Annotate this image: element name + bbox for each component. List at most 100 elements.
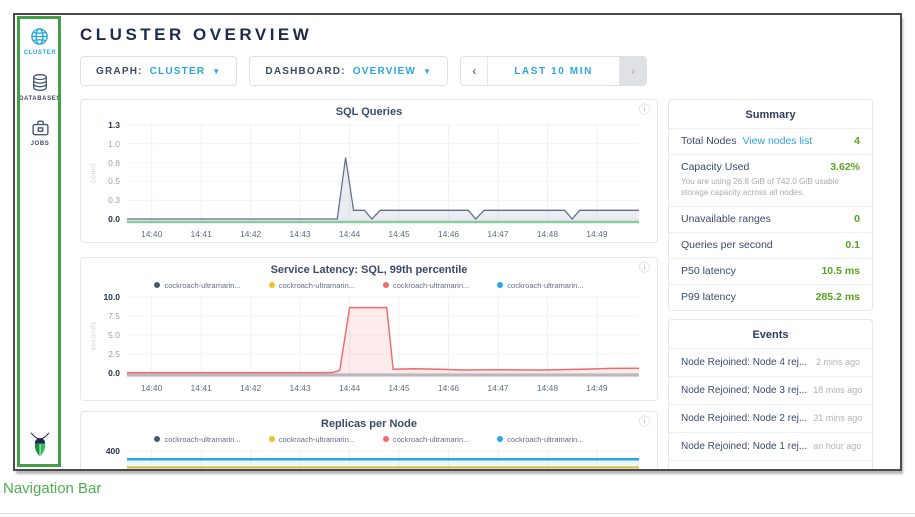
x-axis-tick: 14:47 <box>487 229 508 239</box>
chart-title: Replicas per Node <box>91 418 647 431</box>
y-axis-label: count <box>91 163 98 183</box>
x-axis-tick: 14:41 <box>191 229 212 239</box>
main-content: CLUSTER OVERVIEW GRAPH: CLUSTER ▼ DASHBO… <box>80 15 900 469</box>
summary-row-line: Unavailable ranges0 <box>681 213 860 225</box>
legend-dot <box>383 282 389 288</box>
cockroachdb-logo[interactable] <box>28 431 52 463</box>
event-label: Node Rejoined: Node 4 rej... <box>681 469 807 471</box>
summary-row: Queries per second0.1 <box>669 232 872 258</box>
dashboard-dropdown[interactable]: DASHBOARD: OVERVIEW ▼ <box>249 56 448 86</box>
legend-item: cockroach-ultramarin... <box>154 433 240 445</box>
dashboard-dropdown-value: OVERVIEW <box>353 66 416 77</box>
x-axis-tick: 14:48 <box>537 383 558 393</box>
y-axis-tick: 2.5 <box>108 349 120 359</box>
event-label: Node Rejoined: Node 4 rej... <box>681 357 807 368</box>
event-label: Node Rejoined: Node 3 rej... <box>681 385 807 396</box>
sidebar-item-databases[interactable]: DATABASES <box>19 73 61 102</box>
chart-canvas <box>127 293 639 379</box>
toolbar: GRAPH: CLUSTER ▼ DASHBOARD: OVERVIEW ▼ ‹… <box>80 56 900 86</box>
x-axis-tick: 14:47 <box>487 383 508 393</box>
y-axis-tick: 5.0 <box>108 330 120 340</box>
legend-dot <box>497 282 503 288</box>
legend-item: cockroach-ultramarin... <box>154 279 240 291</box>
summary-row-label-group: Capacity Used <box>681 161 749 173</box>
summary-row-value: 0.1 <box>845 239 860 251</box>
y-axis-tick: 7.5 <box>108 311 120 321</box>
event-time: an hour ago <box>813 441 861 451</box>
graph-dropdown-label: GRAPH: <box>96 66 143 77</box>
graph-dropdown[interactable]: GRAPH: CLUSTER ▼ <box>80 56 237 86</box>
info-icon[interactable]: ⓘ <box>639 417 650 428</box>
chevron-down-icon: ▼ <box>212 67 221 76</box>
legend-label: cockroach-ultramarin... <box>279 435 355 444</box>
summary-row-line: P99 latency 285.2 ms <box>681 291 860 303</box>
chart-title: SQL Queries <box>91 106 647 119</box>
x-axis-tick: 14:42 <box>240 229 261 239</box>
info-icon[interactable]: ⓘ <box>639 105 650 116</box>
summary-row-label: Unavailable ranges <box>681 213 771 225</box>
time-range-label[interactable]: LAST 10 MIN <box>488 57 619 85</box>
sidebar-item-cluster[interactable]: CLUSTER <box>24 27 57 56</box>
x-axis-tick: 14:45 <box>388 229 409 239</box>
navigation-bar-caption: Navigation Bar <box>3 480 101 497</box>
x-axis-tick: 14:43 <box>289 383 310 393</box>
summary-row-label-group: P50 latency <box>681 265 736 277</box>
database-icon <box>31 73 49 92</box>
x-axis-tick: 14:41 <box>191 383 212 393</box>
legend-item: cockroach-ultramarin... <box>383 279 469 291</box>
event-time: an hour ago <box>813 469 861 471</box>
chart-plot: 10.07.55.02.50.0seconds <box>127 293 639 379</box>
chart-legend: cockroach-ultramarin... cockroach-ultrama… <box>91 433 647 445</box>
summary-row-label-group: Unavailable ranges <box>681 213 771 225</box>
legend-label: cockroach-ultramarin... <box>164 281 240 290</box>
y-axis-tick: 0.5 <box>108 176 120 186</box>
events-title: Events <box>669 320 872 348</box>
summary-row: P99 latency 285.2 ms <box>669 284 872 310</box>
charts-column: SQL Queriesⓘ1.31.00.80.50.30.0count14:40… <box>80 99 658 471</box>
x-axis-tick: 14:46 <box>438 383 459 393</box>
legend-dot <box>154 282 160 288</box>
info-icon[interactable]: ⓘ <box>639 263 650 274</box>
summary-row-line: Total NodesView nodes list4 <box>681 135 860 147</box>
legend-dot <box>497 436 503 442</box>
summary-row: Capacity Used3.62%You are using 26.8 GiB… <box>669 154 872 206</box>
y-axis-tick: 1.0 <box>108 139 120 149</box>
summary-row: P50 latency10.5 ms <box>669 258 872 284</box>
summary-row-label-group: P99 latency <box>681 291 736 303</box>
chevron-down-icon: ▼ <box>423 67 432 76</box>
event-row: Node Rejoined: Node 1 rej... an hour ago <box>669 432 872 460</box>
y-axis-tick: 1.3 <box>108 120 120 130</box>
event-time: 18 mins ago <box>813 385 862 395</box>
legend-item: cockroach-ultramarin... <box>269 433 355 445</box>
y-axis-tick: 10.0 <box>103 292 120 302</box>
chart-canvas <box>127 447 639 471</box>
globe-icon <box>30 27 49 46</box>
event-row: Node Rejoined: Node 3 rej... 18 mins ago <box>669 376 872 404</box>
chart-panel-2: Service Latency: SQL, 99th percentileⓘco… <box>80 257 658 401</box>
legend-dot <box>154 436 160 442</box>
summary-row-value: 285.2 ms <box>816 291 860 303</box>
x-axis-tick: 14:44 <box>339 383 360 393</box>
sidebar-item-label: JOBS <box>31 141 50 147</box>
view-nodes-list-link[interactable]: View nodes list <box>742 135 812 147</box>
content-area: SQL Queriesⓘ1.31.00.80.50.30.0count14:40… <box>80 99 900 471</box>
x-axis-tick: 14:48 <box>537 229 558 239</box>
summary-row-value: 3.62% <box>830 161 860 173</box>
time-range-prev-button[interactable]: ‹ <box>461 57 488 85</box>
y-axis-label: seconds <box>91 321 98 351</box>
legend-item: cockroach-ultramarin... <box>497 433 583 445</box>
legend-label: cockroach-ultramarin... <box>279 281 355 290</box>
legend-label: cockroach-ultramarin... <box>393 435 469 444</box>
summary-panel: Summary Total NodesView nodes list4Capac… <box>668 99 873 311</box>
event-row: Node Rejoined: Node 2 rej...31 mins ago <box>669 404 872 432</box>
briefcase-icon <box>31 119 50 137</box>
event-time: 31 mins ago <box>813 413 862 423</box>
legend-label: cockroach-ultramarin... <box>507 435 583 444</box>
event-label: Node Rejoined: Node 1 rej... <box>681 441 807 452</box>
page-title: CLUSTER OVERVIEW <box>80 25 900 45</box>
legend-label: cockroach-ultramarin... <box>507 281 583 290</box>
sidebar-item-jobs[interactable]: JOBS <box>31 119 50 147</box>
navigation-sidebar: CLUSTER DATABASES JOBS <box>15 15 65 469</box>
legend-item: cockroach-ultramarin... <box>383 433 469 445</box>
summary-row-line: Capacity Used 3.62% <box>681 161 860 173</box>
